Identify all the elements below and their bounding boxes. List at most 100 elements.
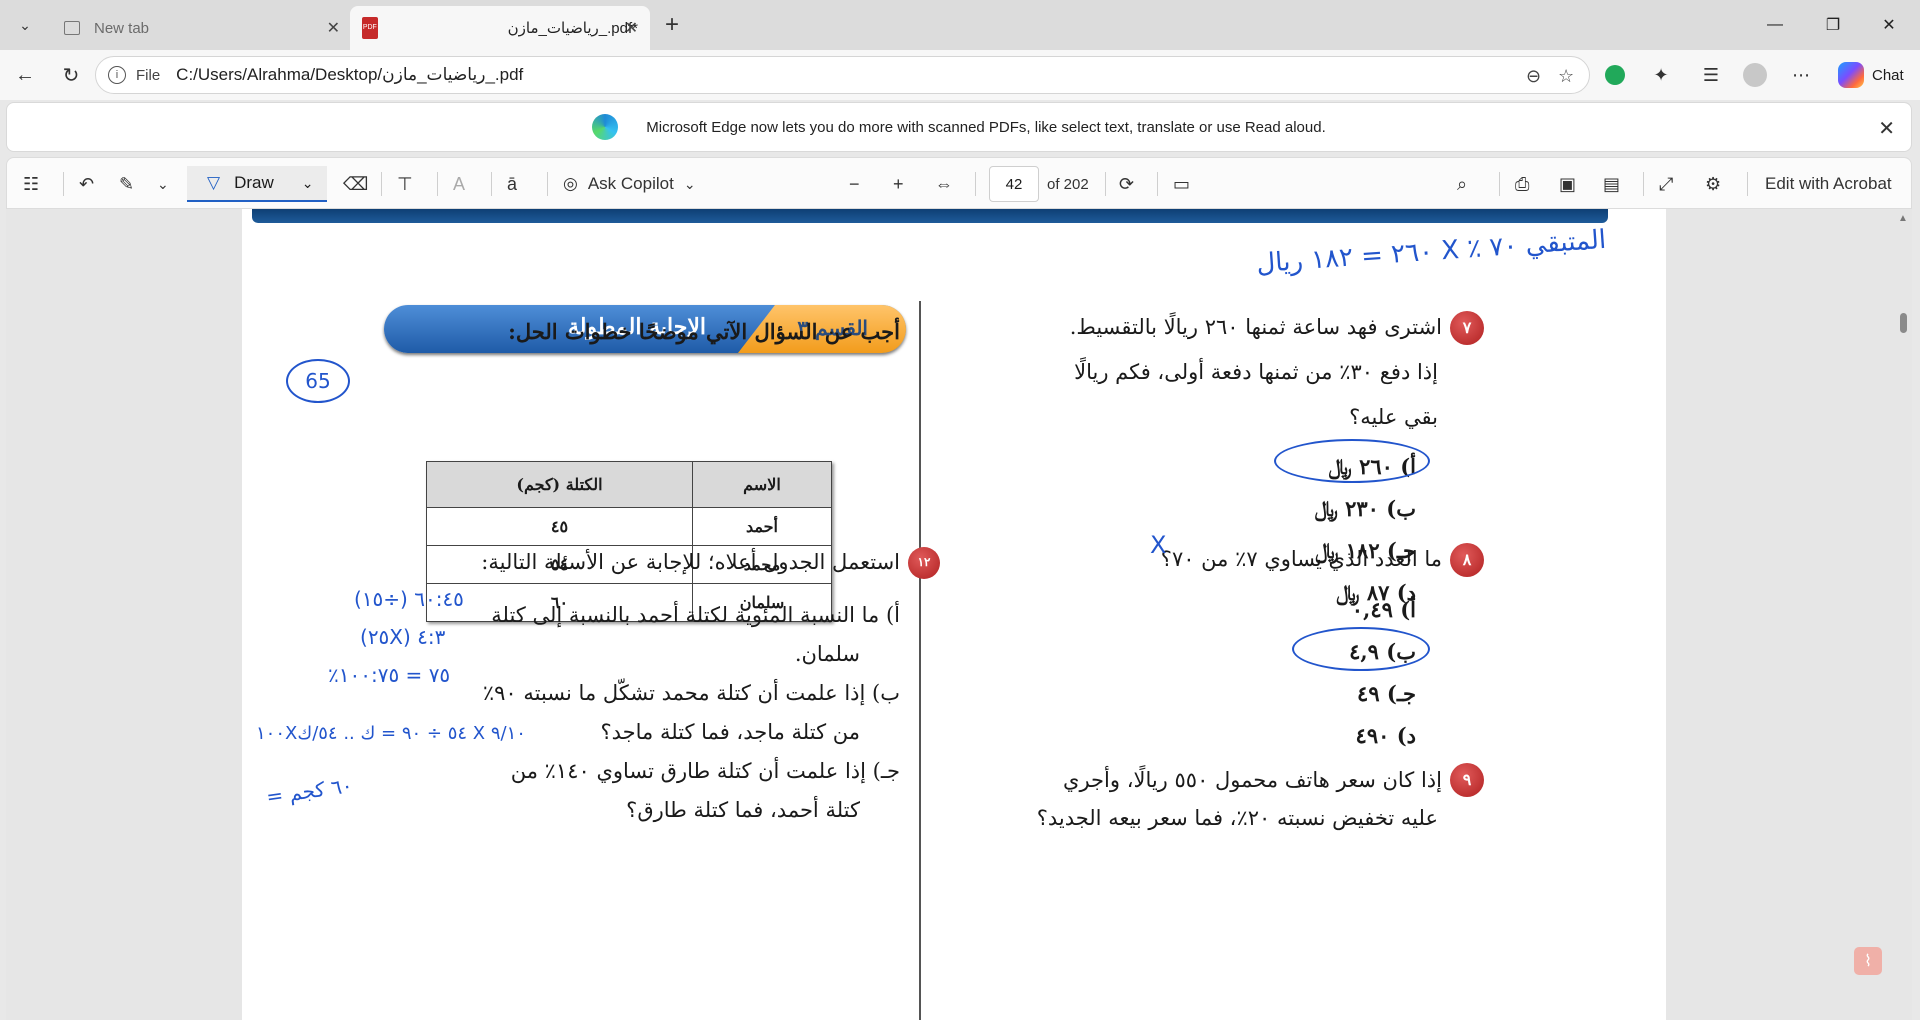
ink-calc[interactable]: ١٠٠X٥٤ ÷ ٩٠ = ك .. ٥٤/ك X ٩/١٠	[256, 723, 526, 744]
ask-copilot-button[interactable]: ◎ Ask Copilot ⌄	[563, 168, 696, 200]
fit-width-icon[interactable]: ⇔	[935, 168, 953, 200]
tab-actions-chevron-icon[interactable]: ⌄	[8, 8, 42, 42]
search-icon[interactable]: ⌕	[1457, 168, 1467, 200]
question-text: عليه تخفيض نسبته ٢٠٪، فما سعر بيعه الجدي…	[1036, 806, 1438, 830]
vertical-scrollbar[interactable]: ▲	[1894, 209, 1912, 1020]
ink-cross-mark-icon: X	[1150, 531, 1167, 559]
tab-close-icon[interactable]: ✕	[327, 18, 340, 38]
question-8-options: أ) ٠,٤٩ ب) ٤,٩ جـ) ٤٩ د) ٤٩٠	[1216, 589, 1416, 757]
draw-pen-icon: ▽	[207, 173, 221, 192]
edge-logo-icon	[592, 114, 619, 140]
option-d: د) ٤٩٠	[1355, 723, 1416, 748]
ink-circle-number[interactable]: 65	[286, 359, 350, 403]
tab-close-icon[interactable]: ✕	[625, 18, 638, 38]
question-8: ٨ ما العدد الذي يساوي ٧٪ من ٧٠؟	[1008, 537, 1484, 582]
page-total-label: of 202	[1047, 175, 1089, 193]
question-text: بقي عليه؟	[1349, 405, 1438, 429]
option-a: أ) ٠,٤٩	[1351, 597, 1416, 622]
more-menu-icon[interactable]: ⋯	[1784, 58, 1818, 92]
save-as-icon[interactable]: ▤	[1603, 168, 1620, 200]
close-window-icon[interactable]: ✕	[1866, 8, 1912, 42]
part-b-text: ب) إذا علمت أن كتلة محمد تشكّل ما نسبته …	[482, 681, 900, 705]
restore-icon[interactable]: ❐	[1810, 8, 1856, 42]
ink-calc[interactable]: (٢٥X) ٤:٣	[360, 625, 445, 649]
favorite-star-icon[interactable]: ☆	[1558, 66, 1574, 87]
option-b: ب) ٢٣٠ ﷼	[1314, 496, 1416, 521]
translate-icon[interactable]: ā	[507, 168, 517, 200]
minimize-icon[interactable]: —	[1752, 8, 1798, 42]
tab-new-tab[interactable]: New tab ✕	[52, 6, 352, 50]
table-row: أحمد ٤٥	[426, 507, 833, 546]
page-number-input[interactable]: 42	[989, 166, 1039, 202]
column-divider	[919, 301, 921, 1020]
new-tab-page-icon	[64, 21, 80, 35]
profile-avatar-icon[interactable]	[1738, 58, 1772, 92]
part-c-text: جـ) إذا علمت أن كتلة طارق تساوي ١٤٠٪ من	[510, 759, 900, 783]
refresh-icon[interactable]: ↻	[54, 58, 88, 92]
zoom-out-icon[interactable]: ⊖	[1526, 66, 1541, 87]
question-text: اشترى فهد ساعة ثمنها ٢٦٠ ريالًا بالتقسيط…	[1069, 315, 1442, 339]
text-box-icon[interactable]: ⊤	[397, 168, 413, 200]
close-infobar-icon[interactable]: ✕	[1878, 116, 1895, 141]
contents-list-icon[interactable]: ☷	[23, 168, 39, 200]
pdf-viewer[interactable]: ٧ اشترى فهد ساعة ثمنها ٢٦٠ ريالًا بالتقس…	[6, 209, 1912, 1020]
table-cell: ٤٥	[426, 507, 693, 546]
question-text: ما العدد الذي يساوي ٧٪ من ٧٠؟	[1160, 547, 1442, 571]
highlight-icon[interactable]: ✎	[119, 168, 134, 200]
acrobat-pdf-icon[interactable]: ⌇	[1854, 947, 1882, 975]
zoom-out-minus-icon[interactable]: −	[849, 168, 860, 200]
fullscreen-icon[interactable]: ⤢	[1659, 168, 1673, 200]
title-bar: ⌄ New tab ✕ PDF رياضيات_مازن_.pdf* ✕ + —…	[0, 0, 1920, 50]
back-arrow-icon[interactable]: ←	[8, 58, 42, 92]
highlight-chevron-icon[interactable]: ⌄	[157, 168, 169, 200]
scanned-pdf-info-bar: Microsoft Edge now lets you do more with…	[6, 102, 1912, 152]
draw-chevron-icon: ⌄	[301, 174, 314, 191]
pdf-page: ٧ اشترى فهد ساعة ثمنها ٢٦٠ ريالًا بالتقس…	[242, 209, 1666, 1020]
question-7: ٧ اشترى فهد ساعة ثمنها ٢٦٠ ريالًا بالتقس…	[1008, 305, 1484, 440]
print-icon[interactable]: ⎙	[1515, 168, 1529, 200]
draw-label: Draw	[234, 173, 274, 192]
url-text[interactable]: C:/Users/Alrahma/Desktop/رياضيات_مازن_.p…	[176, 65, 523, 85]
tab-label: رياضيات_مازن_.pdf*	[507, 20, 638, 37]
read-aloud-icon[interactable]: A	[453, 168, 465, 200]
address-bar[interactable]: i File C:/Users/Alrahma/Desktop/رياضيات_…	[95, 56, 1590, 94]
page-view-icon[interactable]: ▭	[1173, 168, 1190, 200]
extension-green-icon[interactable]	[1598, 58, 1632, 92]
pdf-file-icon: PDF	[362, 17, 378, 39]
copilot-chat-button[interactable]: Chat	[1830, 57, 1916, 93]
question-number-badge: ٨	[1450, 542, 1484, 577]
ink-calc[interactable]: = ٦٠ كجم	[265, 773, 354, 809]
info-icon[interactable]: i	[108, 66, 126, 84]
undo-icon[interactable]: ↶	[79, 168, 94, 200]
copilot-outline-icon: ◎	[563, 174, 578, 193]
ink-note-top[interactable]: المتبقي ٧٠ ٪ X ٢٦٠ = ١٨٢ ريال	[1255, 225, 1607, 279]
table-cell: أحمد	[691, 507, 833, 546]
ink-calc[interactable]: ٪٧٥ = ١٠٠:٧٥	[328, 663, 450, 687]
chat-label: Chat	[1872, 66, 1904, 84]
navigation-bar: ← ↻ i File C:/Users/Alrahma/Desktop/رياض…	[0, 50, 1920, 100]
ink-circle-answer-q7[interactable]	[1274, 439, 1430, 483]
question-text: استعمل الجدول أعلاه؛ للإجابة عن الأسئلة …	[481, 550, 900, 574]
copilot-chevron-icon: ⌄	[683, 175, 696, 192]
option-c: جـ) ٤٩	[1357, 681, 1416, 706]
tab-pdf[interactable]: PDF رياضيات_مازن_.pdf* ✕	[350, 6, 650, 50]
eraser-icon[interactable]: ⌫	[343, 168, 368, 200]
save-icon[interactable]: ▣	[1559, 168, 1576, 200]
info-message: Microsoft Edge now lets you do more with…	[646, 118, 1326, 136]
new-tab-plus-icon[interactable]: +	[655, 8, 689, 42]
edit-with-acrobat-button[interactable]: Edit with Acrobat	[1765, 168, 1892, 200]
question-text: إذا كان سعر هاتف محمول ٥٥٠ ريالًا، وأجري	[1063, 768, 1442, 792]
table-header: الكتلة (كجم)	[426, 461, 693, 508]
zoom-in-plus-icon[interactable]: +	[893, 168, 904, 200]
rotate-icon[interactable]: ⟳	[1119, 168, 1134, 200]
extensions-puzzle-icon[interactable]: ✦	[1644, 58, 1678, 92]
draw-button[interactable]: ▽ Draw ⌄	[187, 166, 327, 202]
part-c-text: كتلة أحمد، فما كتلة طارق؟	[626, 798, 860, 822]
ink-calc[interactable]: (١٥÷) ٦٠:٤٥	[354, 587, 464, 611]
scroll-up-arrow-icon[interactable]: ▲	[1898, 213, 1908, 224]
ink-circle-answer-q8[interactable]	[1292, 627, 1430, 671]
scrollbar-thumb[interactable]	[1900, 313, 1907, 333]
question-number-badge: ١٢	[908, 546, 940, 579]
settings-gear-icon[interactable]: ⚙	[1705, 168, 1721, 200]
favorites-list-icon[interactable]: ☰	[1694, 58, 1728, 92]
